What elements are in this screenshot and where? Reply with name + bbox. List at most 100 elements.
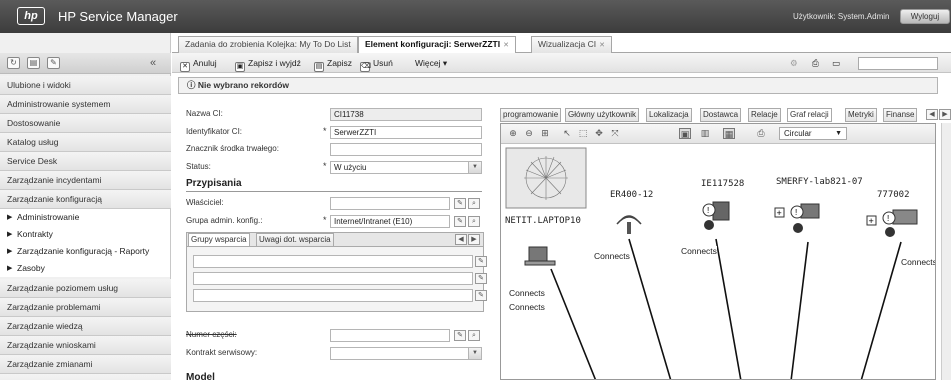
node-label-smerfy[interactable]: SMERFY-lab821-07 — [776, 177, 863, 187]
message-bar: ⓘ Nie wybrano rekordów — [178, 77, 938, 94]
new-page-icon[interactable]: ✎ — [47, 57, 60, 69]
sidebar-item[interactable]: Zarządzanie wnioskami — [0, 336, 171, 355]
sidebar-item[interactable]: Dostosowanie — [0, 114, 171, 133]
support-group-field[interactable] — [193, 289, 473, 302]
tab-1[interactable]: Główny użytkownik — [565, 108, 640, 122]
subtab-support-notes[interactable]: Uwagi dot. wsparcia — [256, 233, 334, 247]
workstation-node-icon[interactable]: ! + — [774, 203, 820, 233]
sidebar-item[interactable]: Zarządzanie incydentami — [0, 171, 171, 190]
edit-icon[interactable]: ✎ — [454, 216, 466, 227]
status-select[interactable]: W użyciu ▼ — [330, 161, 482, 174]
message-text: Nie wybrano rekordów — [197, 80, 290, 90]
tab-5[interactable]: Graf relacji — [787, 108, 832, 122]
edit-icon[interactable]: ✎ — [475, 290, 487, 301]
sidebar-item[interactable]: Administrowanie systemem — [0, 95, 171, 114]
sidebar-subitem[interactable]: ▶ Administrowanie — [0, 209, 170, 226]
sidebar-item-label: Dostosowanie — [7, 118, 61, 128]
tab-6[interactable]: Metryki — [845, 108, 877, 122]
ci-id-field[interactable]: SerwerZZTI — [330, 126, 482, 139]
support-group-field[interactable] — [193, 255, 473, 268]
part-number-field[interactable] — [330, 329, 450, 342]
sidebar-item[interactable]: Zarządzanie problemami — [0, 298, 171, 317]
admin-group-field[interactable]: Internet/Intranet (E10) — [330, 215, 450, 228]
sidebar-item[interactable]: Zarządzanie poziomem usług — [0, 279, 171, 298]
support-group-field[interactable] — [193, 272, 473, 285]
assignments-title: Przypisania — [186, 178, 242, 189]
status-label: Status: — [186, 162, 211, 171]
settings-icon[interactable]: ⚙ — [790, 56, 798, 70]
node-label-777002[interactable]: 777002 — [877, 190, 910, 200]
scroll-left-icon[interactable]: ◀ — [926, 109, 938, 120]
cancel-button[interactable]: ✕ Anuluj — [180, 56, 217, 72]
search-icon[interactable]: ⌕ — [468, 198, 480, 209]
sidebar-item[interactable]: Zarządzanie wiedzą — [0, 317, 171, 336]
vertical-scrollbar[interactable] — [941, 123, 951, 380]
dropdown-icon[interactable]: ▼ — [468, 162, 481, 173]
required-mark: * — [323, 215, 327, 225]
dropdown-icon[interactable]: ▼ — [468, 348, 481, 359]
logout-button[interactable]: Wyloguj — [900, 9, 950, 24]
scroll-left-icon[interactable]: ◀ — [455, 234, 467, 245]
tab-0[interactable]: programowanie — [500, 108, 562, 122]
refresh-icon[interactable]: ↻ — [7, 57, 20, 69]
cancel-label: Anuluj — [193, 58, 217, 68]
close-icon[interactable]: ✕ — [599, 42, 605, 49]
tab-todo-queue[interactable]: Zadania do zrobienia Kolejka: My To Do L… — [178, 36, 358, 53]
page-icon[interactable]: ▤ — [27, 57, 40, 69]
node-label-er400[interactable]: ER400-12 — [610, 190, 653, 200]
ci-name-label: Nazwa CI: — [186, 109, 223, 118]
sidebar-item[interactable]: Zarządzanie zmianami — [0, 355, 171, 374]
connection-line[interactable] — [790, 241, 809, 380]
asset-tag-field[interactable] — [330, 143, 482, 156]
print-icon[interactable]: ⎙ — [812, 56, 819, 70]
edit-icon[interactable]: ✎ — [454, 198, 466, 209]
edit-icon[interactable]: ✎ — [475, 256, 487, 267]
save-button[interactable]: ▤ Zapisz — [314, 56, 352, 72]
ci-id-label: Identyfikator CI: — [186, 127, 243, 136]
more-button[interactable]: Więcej ▾ — [415, 56, 447, 70]
connection-line[interactable] — [860, 241, 902, 380]
model-title: Model — [186, 372, 215, 380]
collapse-icon[interactable]: « — [150, 57, 156, 69]
sidebar-item[interactable]: Service Desk — [0, 152, 171, 171]
save-exit-button[interactable]: ▣ Zapisz i wyjdź — [235, 56, 301, 72]
edit-icon[interactable]: ✎ — [454, 330, 466, 341]
sidebar-subitem[interactable]: ▶ Kontrakty — [0, 226, 170, 243]
scroll-right-icon[interactable]: ▶ — [939, 109, 951, 120]
sidebar-item[interactable]: Katalog usług — [0, 133, 171, 152]
tab-2[interactable]: Lokalizacja — [646, 108, 692, 122]
sidebar-subitem-label: Zasoby — [17, 263, 45, 273]
connection-line[interactable] — [550, 268, 597, 380]
tab-4[interactable]: Relacje — [748, 108, 781, 122]
owner-field[interactable] — [330, 197, 450, 210]
tab-3[interactable]: Dostawca — [700, 108, 742, 122]
sidebar-subitem[interactable]: ▶ Zarządzanie konfiguracją - Raporty — [0, 243, 170, 260]
tab-config-item[interactable]: Element konfiguracji: SerwerZZTI ✕ — [358, 36, 516, 54]
wireless-router-icon[interactable] — [616, 215, 642, 234]
admin-group-label: Grupa admin. konfig.: — [186, 216, 263, 225]
service-contract-select[interactable]: ▼ — [330, 347, 482, 360]
sidebar-item[interactable]: Zarządzanie konfiguracją — [0, 190, 171, 209]
server-node-icon[interactable]: ! — [702, 201, 730, 230]
tab-ci-visualization[interactable]: Wizualizacja CI ✕ — [531, 36, 612, 53]
subtab-support-groups[interactable]: Grupy wsparcia — [188, 233, 250, 247]
delete-button[interactable]: ⌫ Usuń — [360, 56, 393, 72]
sidebar-item[interactable]: Różne — [0, 374, 171, 380]
connection-line[interactable] — [715, 238, 742, 380]
node-label-ie117528[interactable]: IE117528 — [701, 179, 744, 189]
scroll-right-icon[interactable]: ▶ — [468, 234, 480, 245]
search-icon[interactable]: ⌕ — [468, 330, 480, 341]
node-label-netit-laptop[interactable]: NETIT.LAPTOP10 — [505, 216, 581, 226]
laptop-node-icon[interactable] — [524, 246, 556, 266]
window-icon[interactable]: ▭ — [832, 56, 840, 70]
edit-icon[interactable]: ✎ — [475, 273, 487, 284]
sidebar-subitem[interactable]: ▶ Zasoby — [0, 260, 170, 277]
close-icon[interactable]: ✕ — [503, 42, 509, 49]
sidebar-item-label: Zarządzanie konfiguracją — [7, 194, 102, 204]
search-icon[interactable]: ⌕ — [468, 216, 480, 227]
toolbar-search-input[interactable] — [858, 57, 938, 70]
sidebar-item[interactable]: Ulubione i widoki — [0, 76, 171, 95]
network-node-icon[interactable]: ! + — [866, 209, 918, 237]
tab-7[interactable]: Finanse — [883, 108, 918, 122]
connection-line[interactable] — [628, 238, 672, 380]
